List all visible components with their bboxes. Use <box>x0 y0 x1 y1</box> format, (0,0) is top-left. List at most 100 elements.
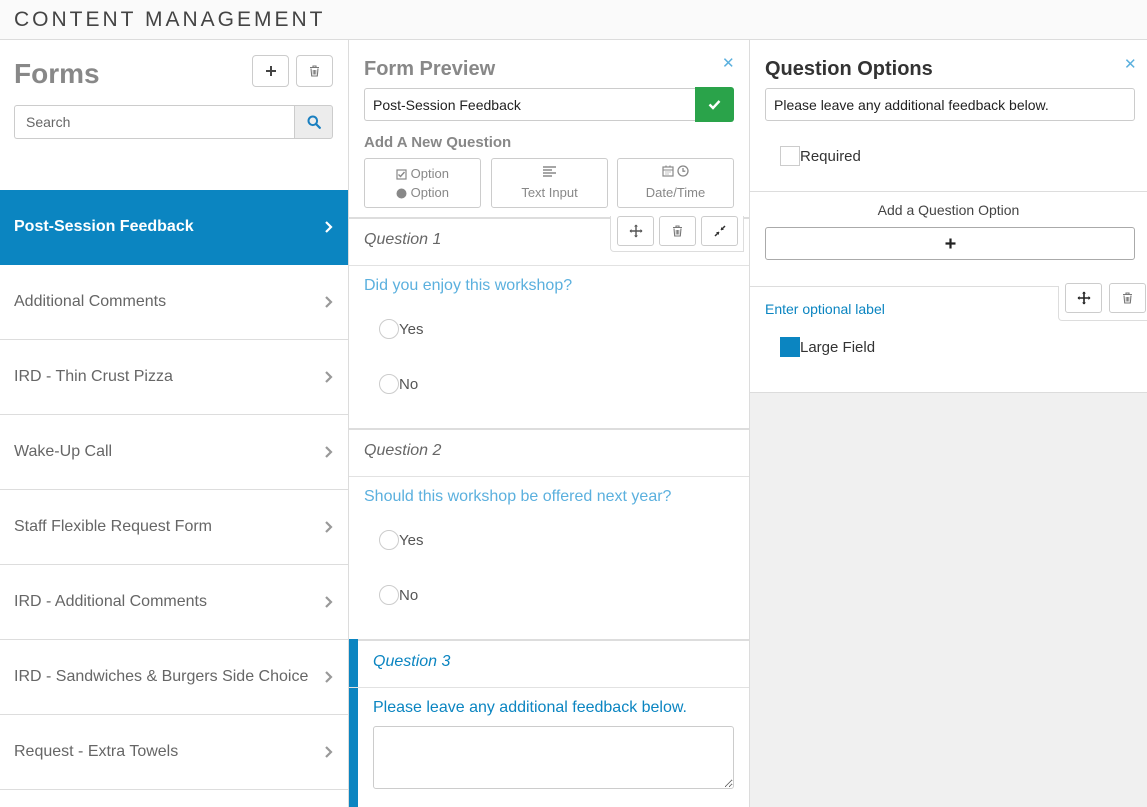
checkbox-icon <box>396 169 407 180</box>
radio-button[interactable] <box>379 319 399 339</box>
form-name-input[interactable] <box>364 88 696 121</box>
search-button[interactable] <box>294 105 333 139</box>
question-number: Question 2 <box>364 442 442 459</box>
question-header: Question 1 <box>349 216 749 266</box>
clock-icon <box>677 165 689 177</box>
align-left-icon <box>543 166 556 177</box>
feedback-textarea[interactable] <box>373 726 734 789</box>
form-preview-title: Form Preview <box>364 58 496 80</box>
form-list-item[interactable]: Additional Comments <box>0 265 348 340</box>
large-field-toggle[interactable]: Large Field <box>780 337 875 357</box>
form-list-item[interactable]: IRD - Sandwiches & Burgers Side Choice <box>0 640 348 715</box>
check-icon <box>708 100 721 110</box>
option-label: No <box>399 375 419 393</box>
chevron-right-icon <box>325 746 333 758</box>
option-radio-label: Option <box>410 185 449 200</box>
question-options-panel: Question Options ✕ Required Add a Questi… <box>750 40 1147 807</box>
radio-button[interactable] <box>379 585 399 605</box>
required-checkbox[interactable] <box>780 146 800 166</box>
move-icon <box>1077 291 1090 305</box>
question-options-title: Question Options <box>765 58 933 80</box>
move-question-button[interactable] <box>617 216 654 246</box>
text-input-label: Text Input <box>521 185 578 200</box>
add-date-time-button[interactable]: Date/Time <box>617 158 734 208</box>
chevron-right-icon <box>325 296 333 308</box>
question-text-input[interactable] <box>765 88 1135 121</box>
question-toolbar <box>610 216 744 252</box>
form-item-label: IRD - Sandwiches & Burgers Side Choice <box>14 668 309 685</box>
question-number: Question 3 <box>373 653 451 670</box>
form-item-label: Post-Session Feedback <box>14 218 194 235</box>
chevron-right-icon <box>325 671 333 683</box>
form-item-label: Wake-Up Call <box>14 443 113 460</box>
chevron-right-icon <box>325 221 333 233</box>
trash-icon <box>1123 292 1132 304</box>
add-option-question-button[interactable]: Option Option <box>364 158 481 208</box>
divider <box>750 286 1058 287</box>
form-preview-panel: Form Preview ✕ Add A New Question Option… <box>349 40 750 807</box>
question-options-card: Question Options ✕ Required Add a Questi… <box>750 40 1147 393</box>
trash-icon <box>310 65 319 77</box>
chevron-right-icon <box>325 596 333 608</box>
radio-icon <box>396 188 407 199</box>
plus-icon <box>265 66 276 76</box>
optional-label-link[interactable]: Enter optional label <box>765 301 885 317</box>
question-number: Question 1 <box>364 231 442 248</box>
question-card[interactable]: Question 1 Did you enjoy this workshop? … <box>349 216 749 429</box>
chevron-right-icon <box>325 521 333 533</box>
option-checkbox-label: Option <box>410 166 449 181</box>
question-text: Please leave any additional feedback bel… <box>373 699 687 716</box>
form-list-item[interactable]: IRD - Thin Crust Pizza <box>0 340 348 415</box>
calendar-icon <box>662 165 674 177</box>
close-icon[interactable]: ✕ <box>1124 55 1137 73</box>
required-label: Required <box>800 147 861 165</box>
add-form-button[interactable] <box>252 55 289 87</box>
answer-option[interactable]: Yes <box>379 318 423 340</box>
delete-form-button[interactable] <box>296 55 333 87</box>
form-item-label: Additional Comments <box>14 293 167 310</box>
question-card-selected[interactable]: Question 3 Please leave any additional f… <box>349 639 749 807</box>
save-form-button[interactable] <box>695 87 734 122</box>
plus-icon <box>945 238 955 249</box>
move-icon <box>629 224 642 238</box>
required-toggle[interactable]: Required <box>780 146 861 166</box>
radio-button[interactable] <box>379 530 399 550</box>
add-question-label: Add A New Question <box>364 134 512 151</box>
collapse-question-button[interactable] <box>701 216 738 246</box>
search-bar <box>14 105 333 139</box>
forms-panel: Forms Post-Session Feedback Additional C… <box>0 40 349 807</box>
add-text-input-button[interactable]: Text Input <box>491 158 608 208</box>
chevron-right-icon <box>325 371 333 383</box>
delete-question-button[interactable] <box>659 216 696 246</box>
question-card[interactable]: Question 2 Should this workshop be offer… <box>349 428 749 640</box>
form-list-item[interactable]: IRD - Additional Comments <box>0 565 348 640</box>
close-icon[interactable]: ✕ <box>722 54 735 72</box>
form-list-item[interactable]: Staff Flexible Request Form <box>0 490 348 565</box>
form-list: Post-Session Feedback Additional Comment… <box>0 190 348 790</box>
option-toolbar <box>1058 283 1147 321</box>
add-question-option-button[interactable] <box>765 227 1135 260</box>
form-list-item[interactable]: Request - Extra Towels <box>0 715 348 790</box>
form-list-item[interactable]: Wake-Up Call <box>0 415 348 490</box>
large-field-checkbox[interactable] <box>780 337 800 357</box>
app-title: CONTENT MANAGEMENT <box>14 8 326 31</box>
question-text: Did you enjoy this workshop? <box>364 277 573 294</box>
add-option-label: Add a Question Option <box>877 202 1020 218</box>
radio-button[interactable] <box>379 374 399 394</box>
form-list-item[interactable]: Post-Session Feedback <box>0 190 348 265</box>
form-item-label: IRD - Additional Comments <box>14 593 207 610</box>
question-header: Question 3 <box>349 641 749 688</box>
answer-option[interactable]: Yes <box>379 529 423 551</box>
answer-option[interactable]: No <box>379 373 418 395</box>
question-text: Should this workshop be offered next yea… <box>364 488 672 505</box>
answer-option[interactable]: No <box>379 584 418 606</box>
trash-icon <box>673 225 682 237</box>
delete-option-button[interactable] <box>1109 283 1146 313</box>
large-field-label: Large Field <box>800 338 876 356</box>
search-icon <box>307 115 321 129</box>
option-label: No <box>399 586 419 604</box>
move-option-button[interactable] <box>1065 283 1102 313</box>
app-header: CONTENT MANAGEMENT <box>0 0 1147 40</box>
search-input[interactable] <box>14 105 295 139</box>
date-time-label: Date/Time <box>645 185 706 200</box>
